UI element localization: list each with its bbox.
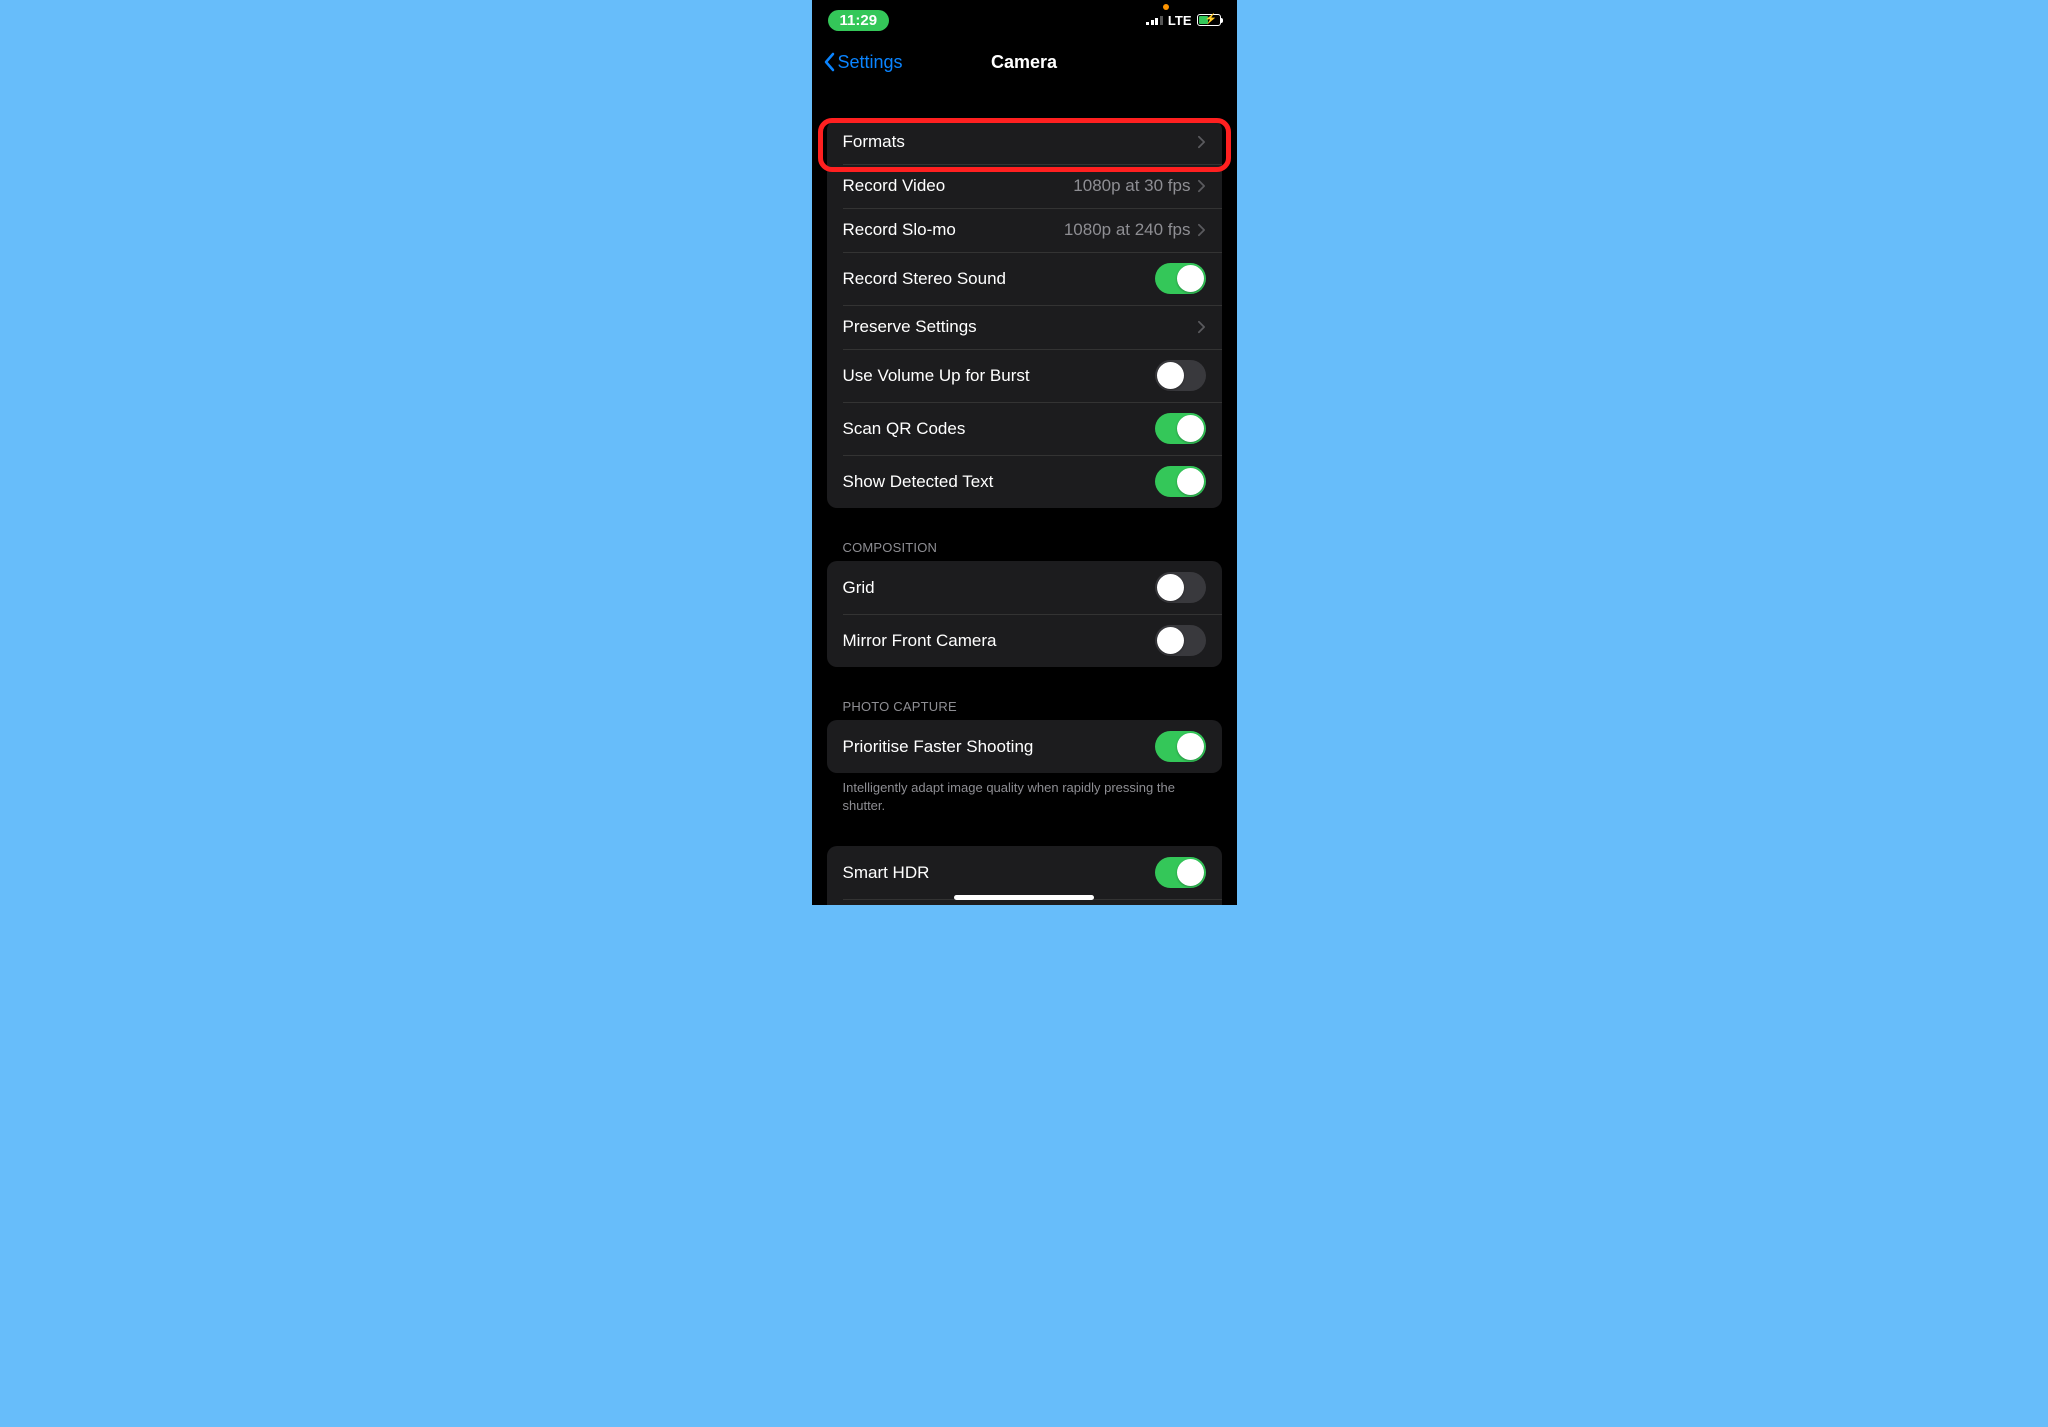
phone-frame: 11:29 LTE ⚡ Settings Camera Formats (812, 0, 1237, 905)
back-button[interactable]: Settings (822, 52, 903, 73)
list-composition: Grid Mirror Front Camera (827, 561, 1222, 667)
row-prioritise: Prioritise Faster Shooting (827, 720, 1222, 773)
group-photo-capture: Photo Capture Prioritise Faster Shooting… (827, 699, 1222, 814)
nav-bar: Settings Camera (812, 40, 1237, 84)
signal-icon (1146, 15, 1163, 25)
row-label: Grid (843, 578, 1155, 598)
row-record-slomo[interactable]: Record Slo-mo 1080p at 240 fps (827, 208, 1222, 252)
chevron-left-icon (822, 52, 836, 72)
status-right: LTE ⚡ (1146, 13, 1220, 28)
chevron-right-icon (1197, 223, 1206, 237)
row-mirror-front: Mirror Front Camera (827, 614, 1222, 667)
toggle-grid[interactable] (1155, 572, 1206, 603)
row-label: Prioritise Faster Shooting (843, 737, 1155, 757)
toggle-record-stereo[interactable] (1155, 263, 1206, 294)
row-formats[interactable]: Formats (827, 120, 1222, 164)
toggle-scan-qr[interactable] (1155, 413, 1206, 444)
list-photo-capture: Prioritise Faster Shooting (827, 720, 1222, 773)
toggle-volume-burst[interactable] (1155, 360, 1206, 391)
home-indicator[interactable] (954, 895, 1094, 900)
status-bar: 11:29 LTE ⚡ (812, 0, 1237, 40)
row-smart-hdr: Smart HDR (827, 846, 1222, 899)
group-footer: Intelligently adapt image quality when r… (827, 773, 1222, 814)
group-header: Photo Capture (827, 699, 1222, 720)
chevron-right-icon (1197, 179, 1206, 193)
row-label: Smart HDR (843, 863, 1155, 883)
row-record-video[interactable]: Record Video 1080p at 30 fps (827, 164, 1222, 208)
back-label: Settings (838, 52, 903, 73)
row-scan-qr: Scan QR Codes (827, 402, 1222, 455)
row-value: 1080p at 30 fps (1073, 176, 1190, 196)
battery-icon: ⚡ (1197, 14, 1221, 26)
row-preserve-settings[interactable]: Preserve Settings (827, 305, 1222, 349)
row-label: Preserve Settings (843, 317, 1197, 337)
row-grid: Grid (827, 561, 1222, 614)
list-main: Formats Record Video 1080p at 30 fps Rec… (827, 120, 1222, 508)
chevron-right-icon (1197, 320, 1206, 334)
row-label: Mirror Front Camera (843, 631, 1155, 651)
row-volume-burst: Use Volume Up for Burst (827, 349, 1222, 402)
row-label: Record Slo-mo (843, 220, 1064, 240)
row-record-stereo: Record Stereo Sound (827, 252, 1222, 305)
group-composition: Composition Grid Mirror Front Camera (827, 540, 1222, 667)
toggle-smart-hdr[interactable] (1155, 857, 1206, 888)
row-label: Formats (843, 132, 1197, 152)
row-label: Scan QR Codes (843, 419, 1155, 439)
chevron-right-icon (1197, 135, 1206, 149)
status-time[interactable]: 11:29 (828, 10, 890, 31)
privacy-indicator-dot (1163, 4, 1169, 10)
row-value: 1080p at 240 fps (1064, 220, 1191, 240)
row-label: Record Stereo Sound (843, 269, 1155, 289)
group-header: Composition (827, 540, 1222, 561)
carrier-text: LTE (1168, 13, 1192, 28)
row-label: Use Volume Up for Burst (843, 366, 1155, 386)
toggle-prioritise[interactable] (1155, 731, 1206, 762)
row-show-text: Show Detected Text (827, 455, 1222, 508)
row-label: Show Detected Text (843, 472, 1155, 492)
toggle-show-text[interactable] (1155, 466, 1206, 497)
content-scroll[interactable]: Formats Record Video 1080p at 30 fps Rec… (812, 84, 1237, 905)
group-main: Formats Record Video 1080p at 30 fps Rec… (827, 120, 1222, 508)
row-label: Record Video (843, 176, 1074, 196)
toggle-mirror-front[interactable] (1155, 625, 1206, 656)
